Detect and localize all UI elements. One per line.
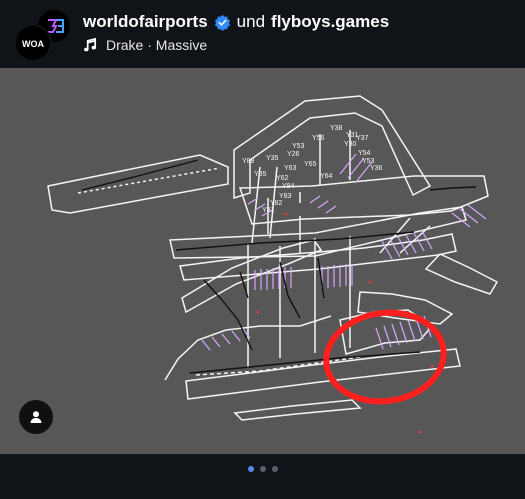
post-header: WOA worldofairports und flyboys.games Dr… bbox=[0, 0, 525, 68]
user-icon bbox=[30, 411, 42, 423]
stand-label: Y36 bbox=[370, 165, 383, 172]
stand-label: Y56 bbox=[312, 135, 325, 142]
music-label: Drake · Massive bbox=[106, 37, 208, 53]
stand-label: Y53 bbox=[362, 158, 375, 165]
worldofairports-avatar[interactable]: WOA bbox=[14, 24, 52, 62]
stand-label: Y38 bbox=[330, 125, 343, 132]
stand-label: Y54 bbox=[358, 150, 371, 157]
stand-label: Y85 bbox=[254, 171, 267, 178]
music-note-icon bbox=[84, 37, 97, 51]
carousel-dots bbox=[0, 466, 525, 472]
stand-label: Y35 bbox=[266, 155, 279, 162]
stand-label: Y64 bbox=[320, 173, 333, 180]
avatar-logo-text: WOA bbox=[22, 39, 44, 49]
stand-label: Y37 bbox=[356, 135, 369, 142]
stand-label: Y81 bbox=[262, 207, 275, 214]
stand-label: Y26 bbox=[287, 151, 300, 158]
carousel-dot-3[interactable] bbox=[271, 466, 278, 472]
taxi-routes bbox=[81, 159, 477, 374]
collab-word: und bbox=[236, 12, 266, 31]
author-line: worldofairports und flyboys.games bbox=[83, 12, 389, 32]
verified-badge-icon bbox=[214, 14, 230, 31]
stand-labels: Y38 Y31 Y30 Y56 Y53 Y26 Y35 Y88 Y85 Y36 … bbox=[242, 125, 383, 214]
stand-label: Y88 bbox=[242, 158, 255, 165]
author-primary[interactable]: worldofairports bbox=[83, 12, 208, 32]
author-secondary[interactable]: flyboys.games bbox=[271, 12, 389, 32]
taxiway-outlines bbox=[47, 95, 499, 421]
music-info[interactable]: Drake · Massive bbox=[83, 37, 207, 53]
stand-label: Y82 bbox=[270, 200, 283, 207]
stand-label: Y63 bbox=[284, 165, 297, 172]
airport-map: Y38 Y31 Y30 Y56 Y53 Y26 Y35 Y88 Y85 Y36 … bbox=[47, 95, 499, 434]
carousel-dot-2[interactable] bbox=[259, 466, 266, 472]
tagged-user-button[interactable] bbox=[19, 400, 53, 434]
stand-label: Y53 bbox=[292, 143, 305, 150]
stand-label: Y83 bbox=[279, 193, 292, 200]
stand-label: Y62 bbox=[276, 175, 289, 182]
stand-label: Y65 bbox=[304, 161, 317, 168]
stand-label: Y30 bbox=[344, 141, 357, 148]
collab-avatars[interactable]: WOA bbox=[14, 8, 72, 62]
airport-map-image[interactable]: Y38 Y31 Y30 Y56 Y53 Y26 Y35 Y88 Y85 Y36 … bbox=[0, 68, 525, 454]
stand-label: Y84 bbox=[282, 183, 295, 190]
carousel-dot-1[interactable] bbox=[247, 466, 254, 472]
